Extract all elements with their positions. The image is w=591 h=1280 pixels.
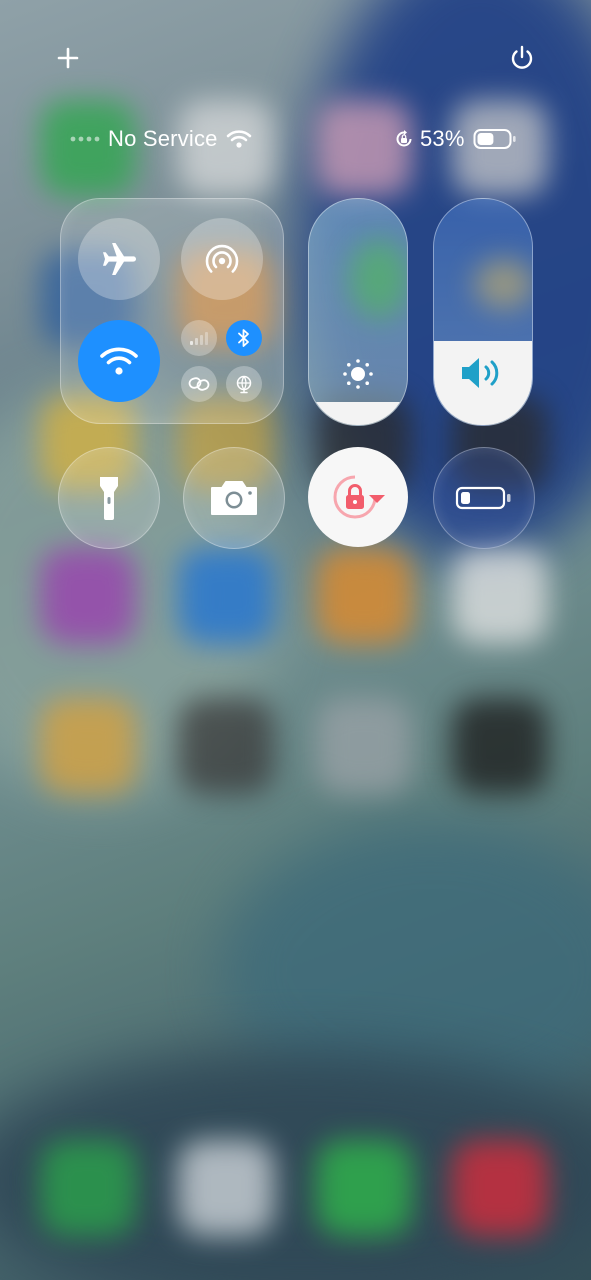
signal-dots-icon <box>70 136 100 142</box>
flashlight-icon <box>100 477 118 520</box>
plus-icon <box>57 47 79 69</box>
rotation-lock-toggle[interactable] <box>308 447 408 547</box>
brightness-level-fill <box>309 402 407 425</box>
link-toggle[interactable] <box>181 366 217 402</box>
battery-icon <box>473 129 516 149</box>
rotation-lock-status-icon <box>396 130 412 147</box>
flashlight-toggle[interactable] <box>58 447 160 549</box>
blurred-app-icon <box>316 698 412 794</box>
blurred-dock-icon <box>316 1140 412 1236</box>
rotation-lock-icon <box>333 475 385 519</box>
hotspot-icon <box>205 244 239 273</box>
blurred-app-icon <box>178 698 274 794</box>
blurred-dock-icon <box>452 1140 548 1236</box>
camera-toggle[interactable] <box>183 447 285 549</box>
slider-wallpaper-tint <box>349 239 407 319</box>
add-button[interactable] <box>46 36 90 80</box>
battery-saver-icon <box>455 486 511 510</box>
airplane-mode-toggle[interactable] <box>78 218 160 300</box>
blurred-app-icon <box>40 698 136 794</box>
sun-icon-wrap <box>341 357 375 391</box>
carrier-label: No Service <box>108 126 218 151</box>
airplane-icon <box>103 243 136 275</box>
speaker-icon <box>462 358 499 388</box>
battery-saver-toggle[interactable] <box>433 447 535 549</box>
power-icon <box>511 45 533 69</box>
status-bar-left: No Service <box>70 122 252 156</box>
globe-icon <box>236 375 252 394</box>
wifi-toggle[interactable] <box>78 320 160 402</box>
volume-slider[interactable] <box>433 198 533 426</box>
link-icon <box>188 377 210 391</box>
sun-icon <box>343 359 373 389</box>
bluetooth-toggle[interactable] <box>226 320 262 356</box>
camera-icon <box>211 481 257 515</box>
blurred-dock-icon <box>40 1140 136 1236</box>
blurred-home-screen <box>0 0 591 1280</box>
blurred-app-icon <box>452 698 548 794</box>
wifi-icon <box>100 347 138 375</box>
slider-wallpaper-tint <box>474 259 532 309</box>
cellular-data-toggle[interactable] <box>181 320 217 356</box>
cellular-signal-icon <box>190 332 208 345</box>
battery-percent: 53% <box>420 126 465 151</box>
blurred-dock-icon <box>178 1140 274 1236</box>
speaker-icon-wrap <box>459 355 507 391</box>
blurred-app-icon <box>316 548 412 644</box>
hotspot-toggle[interactable] <box>181 218 263 300</box>
blurred-app-icon <box>178 548 274 644</box>
status-bar-right: 53% <box>394 122 517 156</box>
power-button[interactable] <box>500 36 544 80</box>
wifi-status-icon <box>226 130 251 148</box>
blurred-app-icon <box>40 548 136 644</box>
blurred-app-icon <box>452 548 548 644</box>
brightness-slider[interactable] <box>308 198 408 426</box>
vpn-toggle[interactable] <box>226 366 262 402</box>
bluetooth-icon <box>238 329 249 347</box>
